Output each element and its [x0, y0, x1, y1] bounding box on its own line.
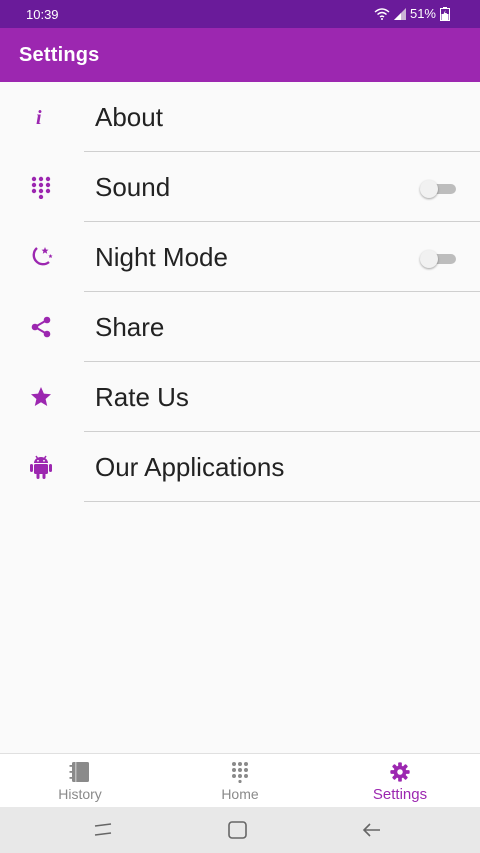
tab-label: History: [58, 786, 102, 802]
home-button-icon[interactable]: [226, 819, 250, 841]
tab-history[interactable]: History: [0, 754, 160, 808]
battery-percent: 51%: [409, 6, 436, 21]
history-book-icon: [68, 761, 92, 783]
app-bar: Settings: [0, 28, 480, 82]
night-mode-toggle[interactable]: [420, 250, 456, 268]
settings-item-night-mode[interactable]: Night Mode: [0, 222, 480, 292]
star-icon: [27, 384, 55, 410]
settings-item-share[interactable]: Share: [0, 292, 480, 362]
back-arrow-icon[interactable]: [360, 819, 384, 841]
settings-item-our-applications[interactable]: Our Applications: [0, 432, 480, 502]
tab-settings[interactable]: Settings: [320, 754, 480, 808]
settings-item-label: Night Mode: [95, 242, 228, 272]
toggle-thumb: [420, 250, 438, 268]
system-navigation-bar: [0, 807, 480, 853]
tab-home[interactable]: Home: [160, 754, 320, 808]
svg-text:i: i: [36, 107, 42, 127]
status-icons: 51%: [374, 6, 450, 21]
info-icon: i: [27, 104, 55, 130]
settings-item-rate-us[interactable]: Rate Us: [0, 362, 480, 432]
wifi-icon: [374, 7, 390, 20]
settings-item-label: Sound: [95, 172, 171, 202]
dialpad-icon: [228, 761, 252, 784]
moon-stars-icon: [27, 244, 55, 270]
tab-label: Home: [221, 786, 259, 802]
settings-item-about[interactable]: i About: [0, 82, 480, 152]
sound-toggle[interactable]: [420, 180, 456, 198]
recent-apps-icon[interactable]: [92, 819, 116, 841]
battery-icon: [440, 6, 450, 21]
bottom-navigation: History Home Settings: [0, 753, 480, 807]
dialpad-icon: [27, 174, 55, 200]
settings-item-label: About: [95, 102, 163, 132]
status-time: 10:39: [26, 7, 59, 22]
android-icon: [27, 454, 55, 480]
tab-label: Settings: [372, 786, 428, 803]
settings-item-label: Rate Us: [95, 382, 189, 412]
page-title: Settings: [19, 44, 100, 66]
share-icon: [27, 314, 55, 340]
settings-item-label: Share: [95, 312, 165, 342]
gear-icon: [388, 761, 412, 783]
status-bar: 10:39 51%: [0, 0, 480, 28]
signal-icon: [393, 7, 406, 20]
settings-item-label: Our Applications: [95, 452, 285, 482]
toggle-thumb: [420, 180, 438, 198]
divider: [84, 501, 480, 502]
settings-item-sound[interactable]: Sound: [0, 152, 480, 222]
